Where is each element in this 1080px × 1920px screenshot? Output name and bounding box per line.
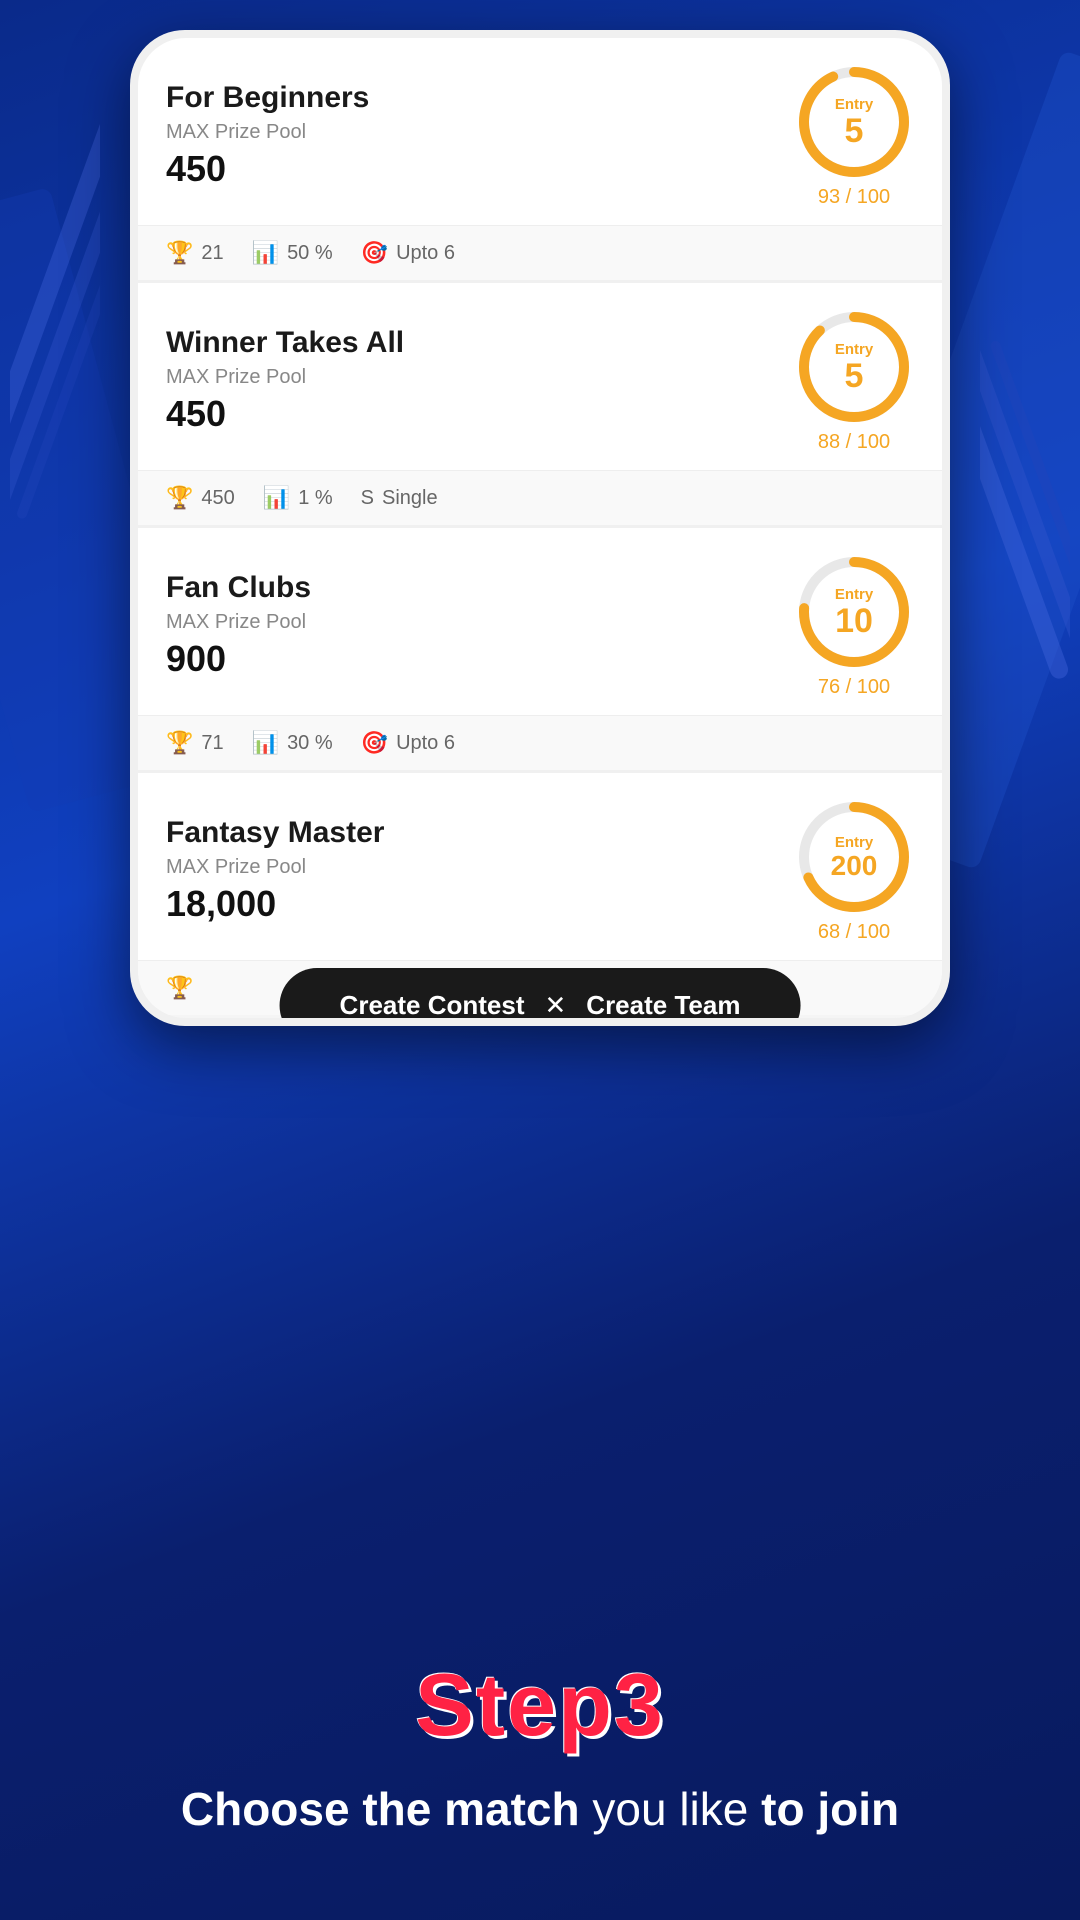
entry-circle-wrap-winner: Entry 5 88 / 100: [794, 307, 914, 454]
entry-value-2: 10: [835, 604, 873, 638]
stat-val-team-1: Single: [382, 487, 438, 510]
team-icon-1: S: [361, 487, 374, 510]
prize-value-winner: 450: [166, 393, 794, 435]
stat-val-chart-1: 1 %: [298, 487, 332, 510]
contest-title-fantasy: Fantasy Master: [166, 816, 794, 850]
stat-team-1: S Single: [361, 487, 438, 510]
contest-footer-winner: 🏆 450 📊 1 % S Single: [138, 470, 942, 525]
trophy-icon-1: 🏆: [166, 485, 193, 511]
stat-val-team-2: Upto 6: [396, 732, 455, 755]
contest-footer-beginners: 🏆 21 📊 50 % 🎯 Upto 6: [138, 225, 942, 280]
contests-list: For Beginners MAX Prize Pool 450 Entry: [138, 38, 942, 1015]
entry-circle-beginners: Entry 5: [794, 62, 914, 182]
prize-value-fantasy: 18,000: [166, 883, 794, 925]
stat-trophy-3: 🏆: [166, 975, 193, 1001]
contest-card-fanclubs[interactable]: Fan Clubs MAX Prize Pool 900 Entry: [138, 528, 942, 770]
entry-circle-fantasy: Entry 200: [794, 797, 914, 917]
prize-label-beginners: MAX Prize Pool: [166, 121, 794, 144]
contest-info-beginners: For Beginners MAX Prize Pool 450: [166, 81, 794, 190]
chart-icon-1: 📊: [263, 485, 290, 511]
stat-chart-1: 📊 1 %: [263, 485, 333, 511]
chart-icon-2: 📊: [252, 730, 279, 756]
subtitle-bold1: Choose the match: [181, 1783, 580, 1835]
contest-card-winner[interactable]: Winner Takes All MAX Prize Pool 450 Entr…: [138, 283, 942, 525]
stat-trophy-1: 🏆 450: [166, 485, 235, 511]
contest-card-beginners[interactable]: For Beginners MAX Prize Pool 450 Entry: [138, 38, 942, 280]
stat-val-trophy-2: 71: [201, 732, 223, 755]
entry-circle-wrap-beginners: Entry 5 93 / 100: [794, 62, 914, 209]
contest-title-beginners: For Beginners: [166, 81, 794, 115]
stat-chart-2: 📊 30 %: [252, 730, 333, 756]
prize-label-fantasy: MAX Prize Pool: [166, 856, 794, 879]
entry-circle-wrap-fanclubs: Entry 10 76 / 100: [794, 552, 914, 699]
subtitle-regular: you like: [580, 1783, 762, 1835]
stat-team-2: 🎯 Upto 6: [361, 730, 455, 756]
deco-lines-right: [980, 300, 1070, 700]
contest-title-fanclubs: Fan Clubs: [166, 571, 794, 605]
create-team-btn[interactable]: Create Team: [586, 990, 740, 1018]
phone-screen: For Beginners MAX Prize Pool 450 Entry: [138, 38, 942, 1018]
prize-value-beginners: 450: [166, 148, 794, 190]
step-title: Step3: [415, 1654, 665, 1756]
team-icon-0: 🎯: [361, 240, 388, 266]
entry-value-3: 200: [831, 852, 878, 880]
contest-title-winner: Winner Takes All: [166, 326, 794, 360]
prize-label-winner: MAX Prize Pool: [166, 366, 794, 389]
stat-val-chart-0: 50 %: [287, 242, 333, 265]
team-icon-2: 🎯: [361, 730, 388, 756]
contest-card-fantasy[interactable]: Fantasy Master MAX Prize Pool 18,000 Ent…: [138, 773, 942, 1015]
contest-info-winner: Winner Takes All MAX Prize Pool 450: [166, 326, 794, 435]
chart-icon-0: 📊: [252, 240, 279, 266]
step-subtitle: Choose the match you like to join: [181, 1780, 899, 1840]
prize-value-fanclubs: 900: [166, 638, 794, 680]
deco-lines-left: [10, 100, 100, 600]
stat-val-trophy-0: 21: [201, 242, 223, 265]
entry-circle-wrap-fantasy: Entry 200 68 / 100: [794, 797, 914, 944]
stat-val-trophy-1: 450: [201, 487, 234, 510]
entry-slots-1: 88 / 100: [818, 431, 890, 454]
stat-val-team-0: Upto 6: [396, 242, 455, 265]
stat-val-chart-2: 30 %: [287, 732, 333, 755]
entry-label-0: Entry: [835, 96, 873, 113]
prize-label-fanclubs: MAX Prize Pool: [166, 611, 794, 634]
entry-circle-winner: Entry 5: [794, 307, 914, 427]
entry-slots-0: 93 / 100: [818, 186, 890, 209]
stat-team-0: 🎯 Upto 6: [361, 240, 455, 266]
entry-label-3: Entry: [831, 834, 878, 851]
trophy-icon-3: 🏆: [166, 975, 193, 1001]
stat-trophy-2: 🏆 71: [166, 730, 224, 756]
entry-slots-3: 68 / 100: [818, 921, 890, 944]
entry-value-0: 5: [835, 114, 873, 148]
entry-slots-2: 76 / 100: [818, 676, 890, 699]
subtitle-bold2: to join: [761, 1783, 899, 1835]
stat-chart-0: 📊 50 %: [252, 240, 333, 266]
entry-label-1: Entry: [835, 341, 873, 358]
trophy-icon-2: 🏆: [166, 730, 193, 756]
trophy-icon-0: 🏆: [166, 240, 193, 266]
contest-info-fanclubs: Fan Clubs MAX Prize Pool 900: [166, 571, 794, 680]
entry-circle-fanclubs: Entry 10: [794, 552, 914, 672]
contest-info-fantasy: Fantasy Master MAX Prize Pool 18,000: [166, 816, 794, 925]
divider-x: ✕: [544, 990, 566, 1018]
phone-frame: For Beginners MAX Prize Pool 450 Entry: [130, 30, 950, 1026]
contest-footer-fanclubs: 🏆 71 📊 30 % 🎯 Upto 6: [138, 715, 942, 770]
entry-label-2: Entry: [835, 586, 873, 603]
entry-value-1: 5: [835, 359, 873, 393]
create-contest-btn[interactable]: Create Contest: [340, 990, 525, 1018]
bottom-section: Step3 Choose the match you like to join: [0, 1140, 1080, 1920]
stat-trophy-0: 🏆 21: [166, 240, 224, 266]
